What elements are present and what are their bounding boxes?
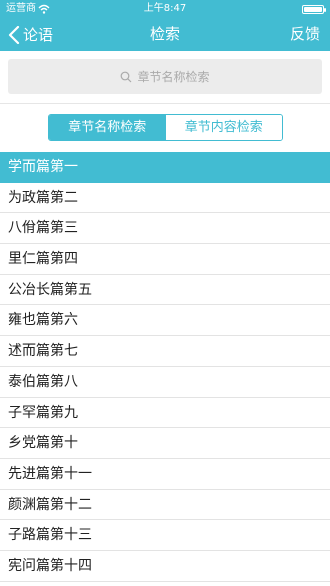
chapter-list-item[interactable]: 子罕篇第九 xyxy=(0,398,330,429)
feedback-button[interactable]: 反馈 xyxy=(290,18,320,51)
chapter-list: 学而篇第一 为政篇第二 八佾篇第三 里仁篇第四 公冶长篇第五 雍也篇第六 述而篇第七 泰伯篇第… xyxy=(0,152,330,582)
chapter-list-item[interactable]: 里仁篇第四 xyxy=(0,244,330,275)
divider xyxy=(0,103,330,104)
chapter-list-item[interactable]: 颜渊篇第十二 xyxy=(0,490,330,521)
chapter-list-item[interactable]: 学而篇第一 xyxy=(0,152,330,183)
chapter-list-item[interactable]: 八佾篇第三 xyxy=(0,213,330,245)
status-time: 上午8:47 xyxy=(143,3,187,14)
chapter-list-item[interactable]: 公冶长篇第五 xyxy=(0,275,330,306)
top-bar: 运营商 上午8:47 论语 检索 反馈 xyxy=(0,0,330,51)
chapter-list-item[interactable]: 为政篇第二 xyxy=(0,183,330,214)
page-title: 检索 xyxy=(149,25,180,43)
chapter-list-item[interactable]: 乡党篇第十 xyxy=(0,428,330,459)
chapter-list-item[interactable]: 宪问篇第十四 xyxy=(0,551,330,582)
chapter-list-item[interactable]: 先进篇第十一 xyxy=(0,459,330,490)
battery-icon xyxy=(302,5,326,14)
chapter-list-item[interactable]: 述而篇第七 xyxy=(0,336,330,367)
search-placeholder: 章节名称检索 xyxy=(137,70,210,84)
chapter-list-item[interactable]: 雍也篇第六 xyxy=(0,305,330,337)
search-mode-segmented-control: 章节名称检索 章节内容检索 xyxy=(48,114,283,141)
status-bar: 运营商 上午8:47 xyxy=(0,0,330,18)
search-section: 章节名称检索 xyxy=(0,51,330,103)
search-input[interactable]: 章节名称检索 xyxy=(8,59,322,94)
navigation-bar: 论语 检索 反馈 xyxy=(0,18,330,51)
tab-chapter-content[interactable]: 章节内容检索 xyxy=(165,115,282,140)
tab-chapter-name[interactable]: 章节名称检索 xyxy=(49,115,166,140)
chapter-list-item[interactable]: 子路篇第十三 xyxy=(0,520,330,551)
chapter-list-item[interactable]: 泰伯篇第八 xyxy=(0,367,330,398)
search-icon xyxy=(121,71,132,82)
